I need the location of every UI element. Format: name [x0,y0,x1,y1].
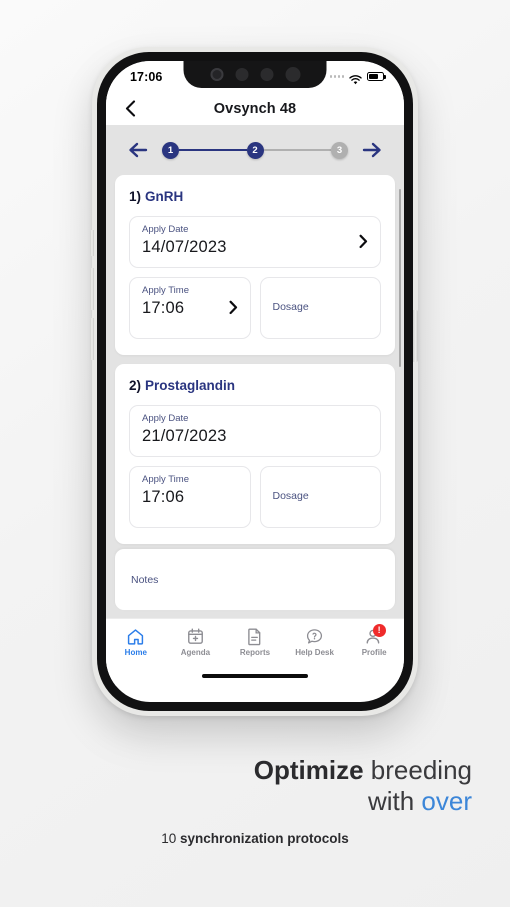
stepper-track: 1 2 3 [162,141,348,159]
protocol-card-prostaglandin: 2) Prostaglandin Apply Date 21/07/2023 Ap… [115,364,395,544]
stepper-step-1[interactable]: 1 [162,141,179,159]
marketing-subline: 10 synchronization protocols [38,831,472,846]
phone-notch [183,61,327,88]
arrow-left-icon[interactable] [126,138,150,162]
home-icon [126,627,145,646]
phone-volume-up-button[interactable] [90,268,94,310]
protocol-name: Prostaglandin [145,378,236,393]
protocol-card-title: 2) Prostaglandin [129,378,381,393]
tab-label: Agenda [180,648,211,657]
apply-date-field[interactable]: Apply Date 21/07/2023 [129,405,381,457]
apply-time-value: 17:06 [142,299,185,317]
stepper-step-2[interactable]: 2 [246,141,264,159]
dosage-field[interactable]: Dosage [259,277,381,339]
apply-time-value: 17:06 [142,488,185,506]
apply-time-dosage-row: Apply Time 17:06 Dosage [129,277,381,339]
notch-sensor-icon [260,68,273,81]
phone-silent-switch[interactable] [90,230,94,256]
tab-profile[interactable]: ! Profile [344,624,404,657]
app-header: Ovsynch 48 [106,92,404,125]
tab-label: Profile [361,648,387,657]
home-indicator[interactable] [202,673,308,678]
protocol-list[interactable]: 1) GnRH Apply Date 14/07/2023 Apply Time … [106,175,404,618]
protocol-card-title: 1) GnRH [129,189,381,204]
apply-date-label: Apply Date [142,413,189,424]
marketing-sub-number: 10 [161,830,177,846]
tab-label: Help Desk [295,648,334,657]
calendar-plus-icon [186,627,205,646]
phone-power-button[interactable] [413,310,418,362]
battery-icon [367,72,386,81]
dosage-label: Dosage [272,300,309,313]
stepper-connector-2 [263,148,331,152]
notes-label: Notes [131,573,159,586]
chevron-right-icon[interactable] [359,234,368,253]
tab-help-desk[interactable]: Help Desk [285,627,345,657]
stepper-step-3[interactable]: 3 [331,141,348,159]
apply-time-label: Apply Time [142,285,189,296]
notch-speaker-icon [285,67,300,82]
front-camera-icon [210,68,223,81]
profile-alert-badge: ! [372,624,386,637]
tab-label: Reports [239,648,271,657]
tab-agenda[interactable]: Agenda [166,627,226,657]
chevron-right-icon[interactable] [229,300,238,319]
tab-label: Home [124,648,147,657]
protocol-number: 1) [129,189,142,204]
marketing-word-over: over [421,785,472,816]
apply-time-dosage-row: Apply Time 17:06 Dosage [129,466,381,528]
marketing-copy: Optimize breeding with over 10 synchroni… [0,755,510,846]
marketing-headline-line2: with over [38,786,472,817]
protocol-card-gnrh: 1) GnRH Apply Date 14/07/2023 Apply Time … [115,175,395,355]
phone-screen: 17:06 Ovsynch 48 1 2 3 1) GnRH Apply Dat… [106,61,404,702]
status-bar: 17:06 [106,61,404,92]
protocol-number: 2) [129,378,142,393]
protocol-name: GnRH [145,189,184,204]
person-icon: ! [365,624,386,646]
apply-time-label: Apply Time [142,474,189,485]
notes-card[interactable]: Notes [115,549,395,610]
apply-date-value: 14/07/2023 [142,238,227,256]
wifi-icon [349,72,362,84]
apply-date-field[interactable]: Apply Date 14/07/2023 [129,216,381,268]
tab-home[interactable]: Home [106,627,166,657]
apply-time-field[interactable]: Apply Time 17:06 [129,277,251,339]
dosage-label: Dosage [272,489,309,502]
marketing-headline-line1: Optimize breeding [38,755,472,786]
stepper-connector-1 [179,148,247,152]
signal-dots-icon [329,75,344,78]
apply-date-value: 21/07/2023 [142,427,227,445]
dosage-field[interactable]: Dosage [259,466,381,528]
protocol-stepper: 1 2 3 [106,125,404,175]
apply-time-field[interactable]: Apply Time 17:06 [129,466,251,528]
status-bar-time: 17:06 [130,69,163,84]
question-chat-icon [305,627,324,646]
page-root: 17:06 Ovsynch 48 1 2 3 1) GnRH Apply Dat… [0,0,510,907]
marketing-word-optimize: Optimize [253,755,364,785]
content-scrollbar[interactable] [398,189,401,367]
document-icon [245,627,264,646]
notch-sensor-icon [235,68,248,81]
apply-date-label: Apply Date [142,224,189,235]
marketing-word-with: with [367,785,415,816]
page-title: Ovsynch 48 [213,100,297,117]
bottom-tab-bar: Home Agenda Reports Help Desk ! Profile [106,618,404,665]
arrow-right-icon[interactable] [360,138,384,162]
home-indicator-area [106,665,404,686]
tab-reports[interactable]: Reports [225,627,285,657]
phone-volume-down-button[interactable] [90,318,94,360]
marketing-sub-text: synchronization protocols [180,830,349,846]
status-bar-indicators [329,72,386,84]
marketing-word-breeding: breeding [370,755,472,785]
